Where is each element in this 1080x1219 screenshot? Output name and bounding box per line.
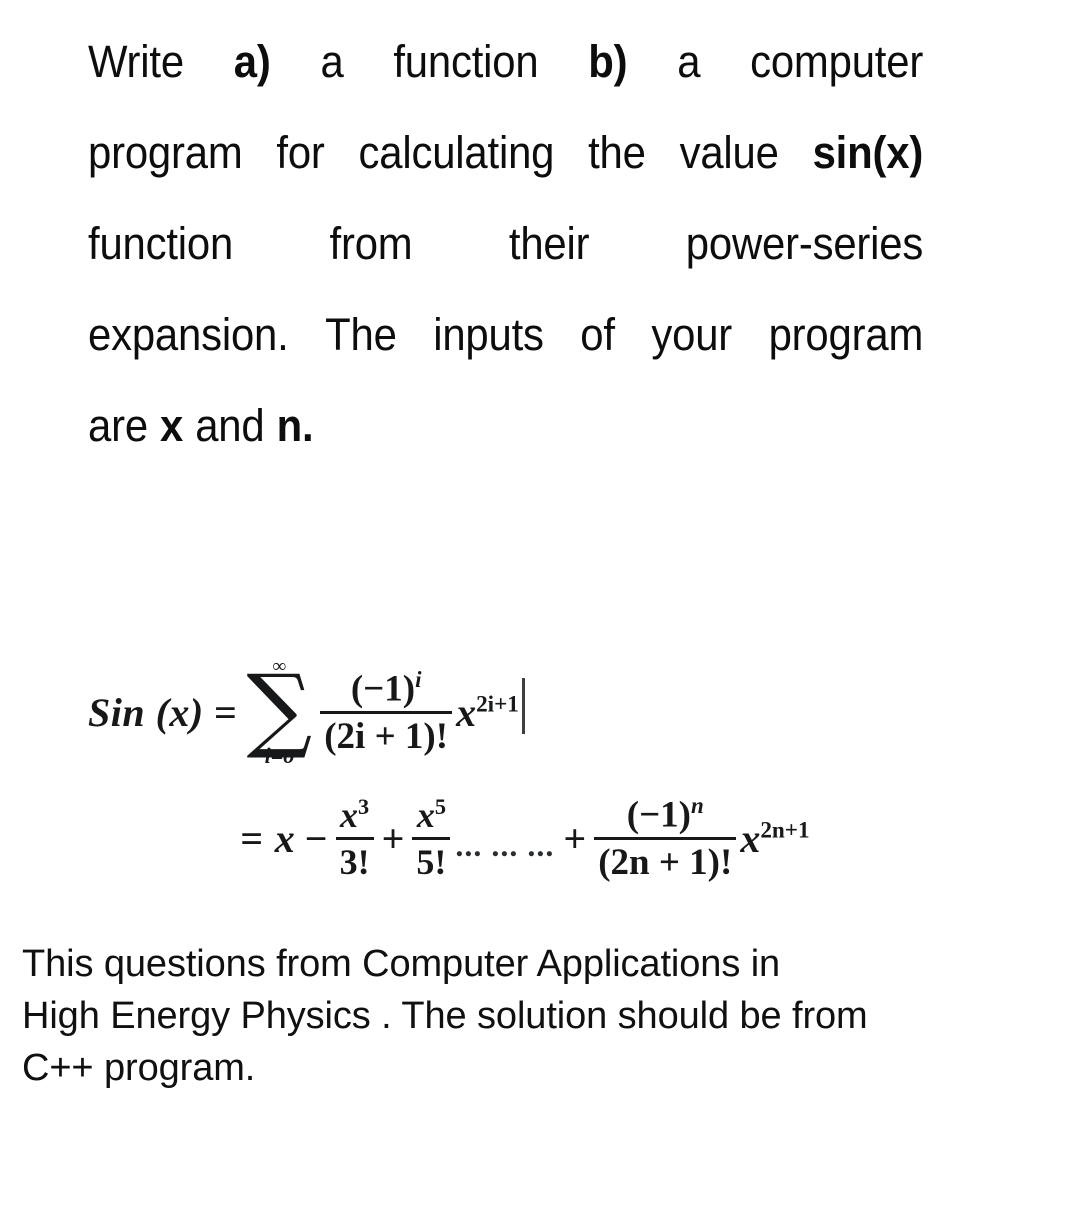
formula-term-x-power-n: x2n+1 xyxy=(740,815,809,862)
question-word: power-series xyxy=(685,218,924,269)
fraction-bar xyxy=(320,711,453,715)
question-word: Write xyxy=(88,36,184,87)
numerator-text: x xyxy=(416,794,435,835)
term-base: x xyxy=(740,815,761,861)
formula-equals-sign-2: = xyxy=(240,815,263,861)
question-var-n: n. xyxy=(276,400,314,451)
question-paragraph: Write a) a function b) a computer progra… xyxy=(88,36,986,491)
note-paragraph: This questions from Computer Application… xyxy=(22,938,1062,1094)
formula-fraction-general-term: (−1)i (2i + 1)! xyxy=(320,666,453,758)
question-line-3: function from their power-series xyxy=(88,218,923,309)
numerator-text: (−1) xyxy=(626,793,691,835)
question-line-5: are x and n. xyxy=(88,400,923,491)
numerator-exponent: 3 xyxy=(358,793,370,819)
numerator-exponent: i xyxy=(415,666,422,692)
fraction-denominator: (2n + 1)! xyxy=(598,842,733,884)
question-term-sinx: sin(x) xyxy=(812,127,924,178)
question-line-2: program for calculating the value sin(x) xyxy=(88,127,923,218)
formula-fraction-x5-5fact: x5 5! xyxy=(412,795,451,882)
question-word: function xyxy=(393,36,539,87)
formula-plus-operator-1: + xyxy=(381,815,405,861)
fraction-denominator: (2i + 1)! xyxy=(324,716,449,758)
term-exponent: 2i+1 xyxy=(476,691,519,718)
fraction-numerator: (−1)i xyxy=(347,666,426,709)
question-word: program xyxy=(88,127,243,178)
question-word: your xyxy=(651,309,733,360)
note-line-1: This questions from Computer Application… xyxy=(22,943,781,985)
note-line-3: C++ program. xyxy=(22,1047,256,1089)
question-word: for xyxy=(276,127,325,178)
fraction-bar xyxy=(335,837,374,840)
formula-term-x-power: x2i+1 xyxy=(456,689,519,736)
question-word: inputs xyxy=(433,309,544,360)
fraction-denominator: 5! xyxy=(416,842,447,882)
sigma-icon: ∑ xyxy=(246,655,313,763)
question-var-x: x xyxy=(160,400,184,451)
question-word: calculating xyxy=(358,127,555,178)
numerator-exponent: 5 xyxy=(434,793,446,819)
question-word: from xyxy=(329,218,413,269)
fraction-numerator: x3 xyxy=(336,795,373,834)
question-word: a xyxy=(320,36,344,87)
question-word: a xyxy=(677,36,701,87)
fraction-numerator: x5 xyxy=(413,795,450,834)
question-word: expansion. xyxy=(88,309,289,360)
question-word: computer xyxy=(750,36,924,87)
formula-fraction-x3-3fact: x3 3! xyxy=(335,795,374,882)
formula-fraction-nth-term: (−1)n (2n + 1)! xyxy=(594,792,737,884)
formula-line-1: Sin (x) = ∞ ∑ i=o (−1)i (2i + 1)! x2i+1 xyxy=(88,648,1008,776)
formula-line-2: = x − x3 3! + x5 5! ... ... ... + (−1)n … xyxy=(88,778,1008,898)
question-label-b: b) xyxy=(588,36,628,87)
question-line-1: Write a) a function b) a computer xyxy=(88,36,923,127)
term-exponent: 2n+1 xyxy=(760,817,810,844)
numerator-text: x xyxy=(340,794,359,835)
question-word: The xyxy=(325,309,397,360)
fraction-bar xyxy=(594,837,737,841)
question-line-4: expansion. The inputs of your program xyxy=(88,309,923,400)
summation-symbol-group: ∞ ∑ i=o xyxy=(247,657,313,766)
fraction-bar xyxy=(412,837,451,840)
question-word: the xyxy=(588,127,646,178)
formula-ellipsis: ... ... ... xyxy=(455,827,555,863)
question-word: function xyxy=(88,218,234,269)
formula-equals-sign: = xyxy=(213,689,237,735)
formula-minus-operator: − xyxy=(304,815,328,861)
formula-lhs-sin-x: Sin (x) xyxy=(88,689,204,735)
question-word: their xyxy=(508,218,590,269)
question-word: value xyxy=(679,127,779,178)
numerator-exponent: n xyxy=(690,792,704,818)
text-cursor-artifact xyxy=(521,678,525,734)
question-label-a: a) xyxy=(233,36,271,87)
question-word: are xyxy=(88,400,148,451)
numerator-text: (−1) xyxy=(350,667,416,709)
fraction-numerator: (−1)n xyxy=(623,792,708,835)
summation-lower-limit: i=o xyxy=(264,742,295,768)
note-line-2: High Energy Physics . The solution shoul… xyxy=(22,995,868,1037)
question-word: program xyxy=(768,309,924,360)
question-word: of xyxy=(580,309,615,360)
power-series-formula: Sin (x) = ∞ ∑ i=o (−1)i (2i + 1)! x2i+1 … xyxy=(88,648,1008,898)
question-word: and xyxy=(195,400,265,451)
formula-first-term-x: x xyxy=(274,815,295,861)
term-base: x xyxy=(456,689,477,735)
fraction-denominator: 3! xyxy=(339,842,370,882)
formula-plus-operator-2: + xyxy=(563,815,587,861)
